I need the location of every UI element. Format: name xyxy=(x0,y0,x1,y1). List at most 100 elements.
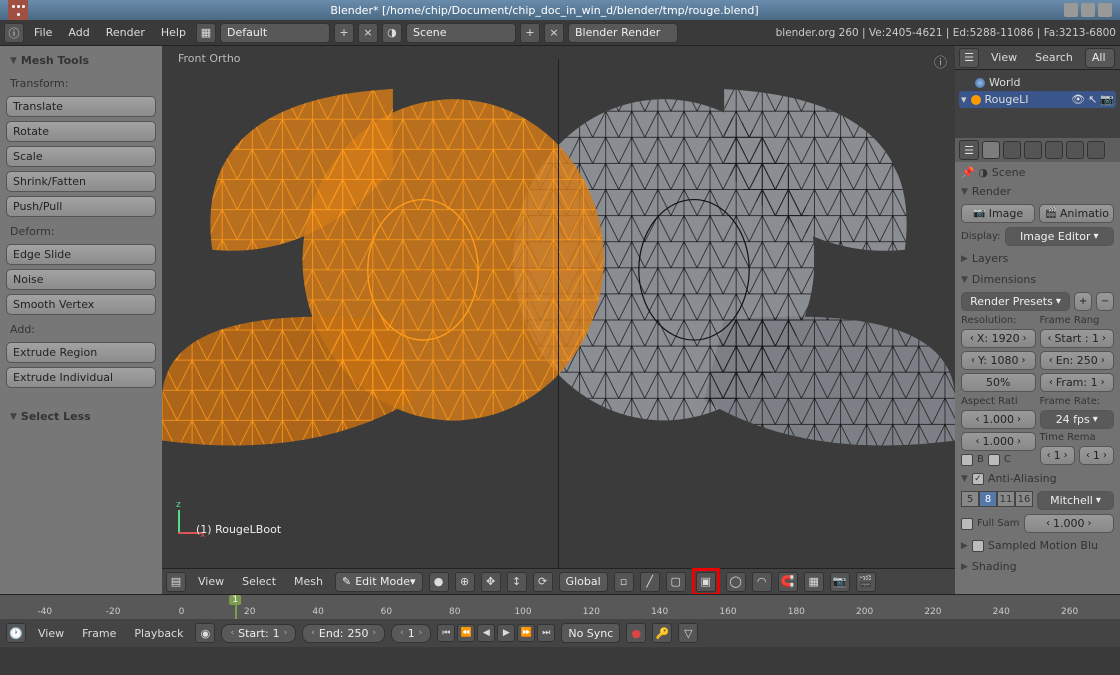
constraints-tab-icon[interactable] xyxy=(1066,141,1084,159)
timeline-editor-icon[interactable]: 🕐 xyxy=(6,623,26,643)
render-presets-dropdown[interactable]: Render Presets ▾ xyxy=(961,292,1070,311)
preset-add-button[interactable]: + xyxy=(1074,292,1092,311)
rotate-button[interactable]: Rotate xyxy=(6,121,156,142)
outliner-filter-dropdown[interactable]: All xyxy=(1085,48,1115,68)
menu-help[interactable]: Help xyxy=(155,24,192,41)
jump-start-icon[interactable]: ⏮ xyxy=(437,624,455,642)
close-button[interactable] xyxy=(1098,3,1112,17)
aa-5-button[interactable]: 5 xyxy=(961,491,979,507)
aa-size-field[interactable]: ‹ 1.000 › xyxy=(1024,514,1115,533)
aa-enable-checkbox[interactable] xyxy=(972,473,984,485)
current-frame-field[interactable]: ‹1› xyxy=(391,624,431,643)
res-y-field[interactable]: ‹ Y: 1080 › xyxy=(961,351,1036,370)
motion-blur-section-header[interactable]: ▶Sampled Motion Blu xyxy=(961,537,1114,554)
operator-panel-header[interactable]: Select Less xyxy=(6,408,156,425)
dimensions-section-header[interactable]: ▼Dimensions xyxy=(961,271,1114,288)
3d-viewport[interactable]: Front Ortho ⓘ zx (1) RougeLBoot ▤ View S… xyxy=(162,46,955,594)
border-checkbox[interactable] xyxy=(961,454,973,466)
manipulator-rotate-icon[interactable]: ⟳ xyxy=(533,572,553,592)
aa-11-button[interactable]: 11 xyxy=(997,491,1015,507)
shading-dropdown-icon[interactable]: ● xyxy=(429,572,449,592)
camera-render-icon[interactable]: 📷 xyxy=(1100,93,1114,106)
res-percent-field[interactable]: 50% xyxy=(961,373,1036,392)
res-x-field[interactable]: ‹ X: 1920 › xyxy=(961,329,1036,348)
frame-rate-dropdown[interactable]: 24 fps ▾ xyxy=(1040,410,1115,429)
modifiers-tab-icon[interactable] xyxy=(1087,141,1105,159)
aa-8-button[interactable]: 8 xyxy=(979,491,997,507)
layout-dropdown[interactable]: Default xyxy=(220,23,330,43)
maximize-button[interactable] xyxy=(1081,3,1095,17)
pivot-dropdown-icon[interactable]: ⊕ xyxy=(455,572,475,592)
select-mode-face-icon[interactable]: ▢ xyxy=(666,572,686,592)
scene-icon[interactable]: ◑ xyxy=(382,23,402,43)
layout-remove-icon[interactable]: × xyxy=(358,23,378,43)
layers-section-header[interactable]: ▶Layers xyxy=(961,250,1114,267)
viewport-info-icon[interactable]: ⓘ xyxy=(934,52,947,71)
shading-section-header[interactable]: ▶Shading xyxy=(961,558,1114,575)
world-tab-icon[interactable] xyxy=(1024,141,1042,159)
record-icon[interactable]: ● xyxy=(626,623,646,643)
aspect-y-field[interactable]: ‹ 1.000 › xyxy=(961,432,1036,451)
vp-menu-view[interactable]: View xyxy=(192,573,230,590)
scene-add-icon[interactable]: + xyxy=(520,23,540,43)
frame-start-field[interactable]: ‹ Start : 1 › xyxy=(1040,329,1115,348)
frame-step-field[interactable]: ‹ Fram: 1 › xyxy=(1040,373,1115,392)
layout-add-icon[interactable]: + xyxy=(334,23,354,43)
translate-button[interactable]: Translate xyxy=(6,96,156,117)
outliner-world-item[interactable]: World xyxy=(959,74,1116,91)
editor-type-icon[interactable]: ⓘ xyxy=(4,23,24,43)
select-mode-edge-icon[interactable]: ╱ xyxy=(640,572,660,592)
render-section-header[interactable]: ▼Render xyxy=(961,183,1114,200)
aa-filter-dropdown[interactable]: Mitchell ▾ xyxy=(1037,491,1114,510)
mode-dropdown[interactable]: ✎ Edit Mode ▾ xyxy=(335,572,423,592)
push-pull-button[interactable]: Push/Pull xyxy=(6,196,156,217)
cursor-icon[interactable]: ↖ xyxy=(1088,93,1097,106)
edge-slide-button[interactable]: Edge Slide xyxy=(6,244,156,265)
snap-type-icon[interactable]: ▦ xyxy=(804,572,824,592)
aspect-x-field[interactable]: ‹ 1.000 › xyxy=(961,410,1036,429)
vp-menu-select[interactable]: Select xyxy=(236,573,282,590)
display-dropdown[interactable]: Image Editor ▾ xyxy=(1005,227,1114,246)
next-keyframe-icon[interactable]: ⏩ xyxy=(517,624,535,642)
motion-blur-checkbox[interactable] xyxy=(972,540,984,552)
render-preview-icon[interactable]: 📷 xyxy=(830,572,850,592)
outliner-selected-item[interactable]: ▾ RougeLI 👁 ↖ 📷 xyxy=(959,91,1116,108)
props-editor-icon[interactable]: ☰ xyxy=(959,140,979,160)
auto-keyframe-icon[interactable]: ◉ xyxy=(195,623,215,643)
tl-menu-view[interactable]: View xyxy=(32,625,70,642)
object-tab-icon[interactable] xyxy=(1045,141,1063,159)
scene-tab-icon[interactable] xyxy=(1003,141,1021,159)
end-frame-field[interactable]: ‹End: 250› xyxy=(302,624,385,643)
aa-section-header[interactable]: ▼Anti-Aliasing xyxy=(961,470,1114,487)
render-anim-icon[interactable]: 🎬 xyxy=(856,572,876,592)
select-mode-vertex-icon[interactable]: ▫ xyxy=(614,572,634,592)
proportional-edit-icon[interactable]: ◯ xyxy=(726,572,746,592)
engine-dropdown[interactable]: Blender Render xyxy=(568,23,678,43)
render-anim-button[interactable]: 🎬 Animatio xyxy=(1039,204,1114,223)
preset-remove-button[interactable]: − xyxy=(1096,292,1114,311)
menu-file[interactable]: File xyxy=(28,24,58,41)
manipulator-toggle-icon[interactable]: ✥ xyxy=(481,572,501,592)
marker-icon[interactable]: ▽ xyxy=(678,623,698,643)
app-menu-icon[interactable] xyxy=(8,0,28,20)
full-sample-checkbox[interactable] xyxy=(961,518,973,530)
scale-button[interactable]: Scale xyxy=(6,146,156,167)
jump-end-icon[interactable]: ⏭ xyxy=(537,624,555,642)
aa-16-button[interactable]: 16 xyxy=(1015,491,1033,507)
tl-menu-playback[interactable]: Playback xyxy=(128,625,189,642)
limit-selection-icon[interactable]: ▣ xyxy=(696,572,716,592)
outliner-menu-search[interactable]: Search xyxy=(1029,49,1079,66)
menu-render[interactable]: Render xyxy=(100,24,151,41)
noise-button[interactable]: Noise xyxy=(6,269,156,290)
render-tab-icon[interactable] xyxy=(982,141,1000,159)
keying-set-icon[interactable]: 🔑 xyxy=(652,623,672,643)
mesh-tools-header[interactable]: Mesh Tools xyxy=(6,52,156,69)
sync-dropdown[interactable]: No Sync xyxy=(561,623,620,643)
prev-keyframe-icon[interactable]: ⏪ xyxy=(457,624,475,642)
crop-checkbox[interactable] xyxy=(988,454,1000,466)
orientation-dropdown[interactable]: Global xyxy=(559,572,608,592)
shrink-fatten-button[interactable]: Shrink/Fatten xyxy=(6,171,156,192)
editor-type-3dview-icon[interactable]: ▤ xyxy=(166,572,186,592)
extrude-individual-button[interactable]: Extrude Individual xyxy=(6,367,156,388)
render-image-button[interactable]: 📷 Image xyxy=(961,204,1035,223)
